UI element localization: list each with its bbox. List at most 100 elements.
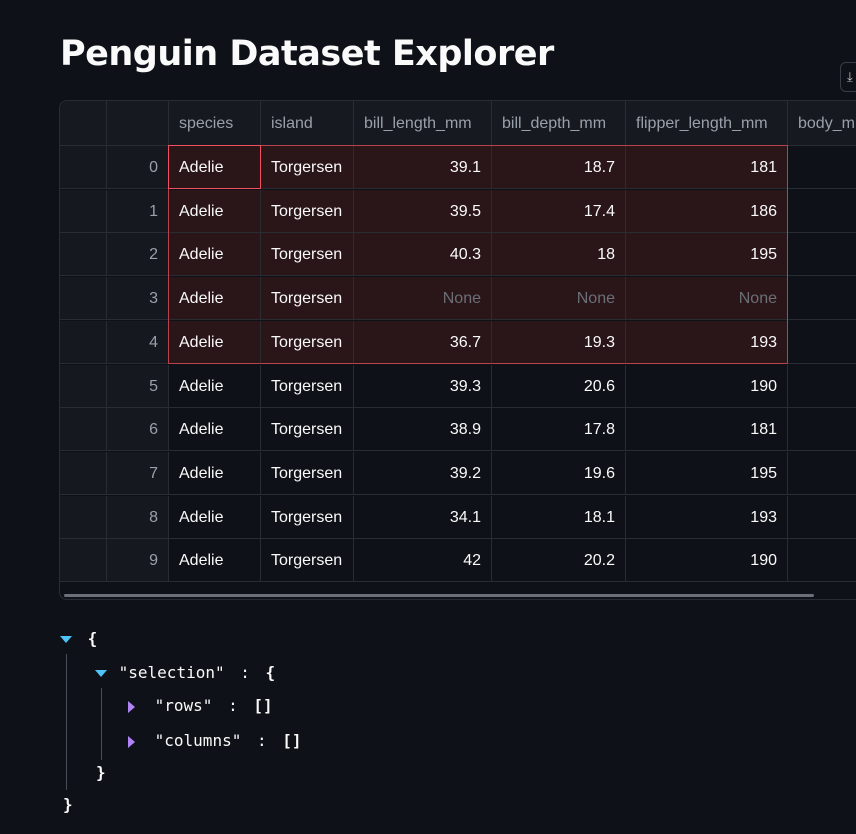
data-cell-flipper-length-mm[interactable]: 195 [626, 451, 788, 495]
table-row[interactable]: 6 Adelie Torgersen 38.9 17.8 181 [60, 408, 856, 452]
table-row[interactable]: 2 Adelie Torgersen 40.3 18 195 [60, 233, 856, 277]
column-header-island[interactable]: island [261, 101, 354, 146]
data-cell-species[interactable]: Adelie [169, 451, 261, 495]
row-index-cell: 5 [107, 364, 169, 408]
data-cell-bill-length-mm[interactable]: 42 [354, 539, 492, 583]
table-row[interactable]: 9 Adelie Torgersen 42 20.2 190 [60, 539, 856, 583]
row-index-cell: 8 [107, 495, 169, 539]
data-cell-body-mass[interactable] [788, 321, 856, 364]
data-cell-flipper-length-mm[interactable]: 186 [626, 189, 788, 233]
data-cell-flipper-length-mm[interactable]: 190 [626, 539, 788, 583]
data-cell-bill-length-mm[interactable]: 39.2 [354, 451, 492, 495]
table-row[interactable]: 4 Adelie Torgersen 36.7 19.3 193 [60, 320, 856, 364]
data-cell-bill-length-mm[interactable]: 36.7 [354, 320, 492, 364]
data-cell-bill-length-mm[interactable]: 39.5 [354, 189, 492, 233]
data-cell-body-mass[interactable] [788, 146, 856, 189]
data-cell-flipper-length-mm[interactable]: 181 [626, 146, 788, 189]
data-cell-bill-depth-mm[interactable]: 18 [492, 233, 626, 277]
tree-guide-root [66, 654, 67, 790]
expand-rows-icon[interactable] [128, 700, 135, 713]
data-cell-bill-length-mm[interactable]: 40.3 [354, 233, 492, 277]
data-cell-bill-depth-mm[interactable]: 18.1 [492, 495, 626, 539]
row-marker[interactable] [60, 277, 107, 321]
data-cell-island[interactable]: Torgersen [261, 320, 354, 364]
data-cell-flipper-length-mm[interactable]: None [626, 277, 788, 321]
row-marker[interactable] [60, 408, 107, 452]
data-cell-bill-length-mm[interactable]: 38.9 [354, 408, 492, 452]
data-cell-bill-depth-mm[interactable]: 20.2 [492, 539, 626, 583]
table-row[interactable]: 1 Adelie Torgersen 39.5 17.4 186 [60, 189, 856, 233]
data-cell-bill-length-mm[interactable]: 39.1 [354, 146, 492, 189]
column-header-bill-length[interactable]: bill_length_mm [354, 101, 492, 146]
expand-columns-icon[interactable] [128, 735, 135, 748]
data-cell-species[interactable]: Adelie [169, 233, 261, 277]
data-cell-flipper-length-mm[interactable]: 181 [626, 408, 788, 452]
data-cell-species[interactable]: Adelie [169, 364, 261, 408]
data-cell-flipper-length-mm[interactable]: 193 [626, 320, 788, 364]
data-cell-body-mass[interactable] [788, 365, 856, 408]
data-cell-bill-length-mm[interactable]: None [354, 277, 492, 321]
data-cell-bill-length-mm[interactable]: 34.1 [354, 495, 492, 539]
column-header-flipper-length[interactable]: flipper_length_mm [626, 101, 788, 146]
row-marker[interactable] [60, 364, 107, 408]
data-cell-bill-depth-mm[interactable]: 17.4 [492, 189, 626, 233]
data-cell-island[interactable]: Torgersen [261, 408, 354, 452]
row-marker[interactable] [60, 146, 107, 189]
data-cell-flipper-length-mm[interactable]: 193 [626, 495, 788, 539]
data-cell-species[interactable]: Adelie [169, 277, 261, 321]
table-row[interactable]: 3 Adelie Torgersen None None None [60, 277, 856, 321]
data-cell-body-mass[interactable] [788, 408, 856, 452]
data-cell-body-mass[interactable] [788, 233, 856, 277]
data-cell-island[interactable]: Torgersen [261, 364, 354, 408]
data-cell-body-mass[interactable] [788, 190, 856, 233]
data-cell-body-mass[interactable] [788, 496, 856, 539]
data-cell-bill-depth-mm[interactable]: 18.7 [492, 146, 626, 189]
column-header-bill-depth[interactable]: bill_depth_mm [492, 101, 626, 146]
data-cell-species[interactable]: Adelie [169, 189, 261, 233]
data-cell-island[interactable]: Torgersen [261, 495, 354, 539]
data-cell-bill-depth-mm[interactable]: None [492, 277, 626, 321]
data-cell-bill-depth-mm[interactable]: 19.3 [492, 320, 626, 364]
data-cell-bill-depth-mm[interactable]: 17.8 [492, 408, 626, 452]
collapse-root-icon[interactable] [60, 636, 72, 643]
data-cell-flipper-length-mm[interactable]: 195 [626, 233, 788, 277]
column-header-species[interactable]: species [169, 101, 261, 146]
column-header-body-mass[interactable]: body_m [788, 101, 856, 146]
row-marker[interactable] [60, 539, 107, 583]
row-marker[interactable] [60, 495, 107, 539]
data-cell-island[interactable]: Torgersen [261, 189, 354, 233]
data-cell-species[interactable]: Adelie [169, 320, 261, 364]
download-icon[interactable]: ⤓ [840, 62, 856, 92]
data-cell-flipper-length-mm[interactable]: 190 [626, 364, 788, 408]
row-marker[interactable] [60, 189, 107, 233]
data-cell-bill-depth-mm[interactable]: 20.6 [492, 364, 626, 408]
table-row[interactable]: 5 Adelie Torgersen 39.3 20.6 190 [60, 364, 856, 408]
horizontal-scrollbar[interactable] [64, 594, 814, 597]
data-cell-body-mass[interactable] [788, 277, 856, 321]
data-cell-island[interactable]: Torgersen [261, 233, 354, 277]
row-marker-header [60, 101, 107, 146]
data-cell-species[interactable]: Adelie [169, 408, 261, 452]
data-cell-island[interactable]: Torgersen [261, 451, 354, 495]
row-index-cell: 4 [107, 320, 169, 364]
data-cell-island[interactable]: Torgersen [261, 146, 354, 189]
data-grid[interactable]: species island bill_length_mm bill_depth… [59, 100, 856, 600]
row-marker[interactable] [60, 320, 107, 364]
row-marker[interactable] [60, 451, 107, 495]
collapse-selection-icon[interactable] [95, 670, 107, 677]
data-cell-island[interactable]: Torgersen [261, 277, 354, 321]
data-cell-island[interactable]: Torgersen [261, 539, 354, 583]
data-cell-bill-length-mm[interactable]: 39.3 [354, 364, 492, 408]
data-cell-body-mass[interactable] [788, 539, 856, 583]
row-index-cell: 9 [107, 539, 169, 583]
row-marker[interactable] [60, 233, 107, 277]
data-cell-species[interactable]: Adelie [169, 146, 261, 189]
data-cell-body-mass[interactable] [788, 452, 856, 495]
data-cell-species[interactable]: Adelie [169, 539, 261, 583]
data-cell-bill-depth-mm[interactable]: 19.6 [492, 451, 626, 495]
table-row[interactable]: 0 Adelie Torgersen 39.1 18.7 181 [60, 146, 856, 189]
json-open-brace: { [87, 629, 98, 648]
table-row[interactable]: 8 Adelie Torgersen 34.1 18.1 193 [60, 495, 856, 539]
data-cell-species[interactable]: Adelie [169, 495, 261, 539]
table-row[interactable]: 7 Adelie Torgersen 39.2 19.6 195 [60, 451, 856, 495]
